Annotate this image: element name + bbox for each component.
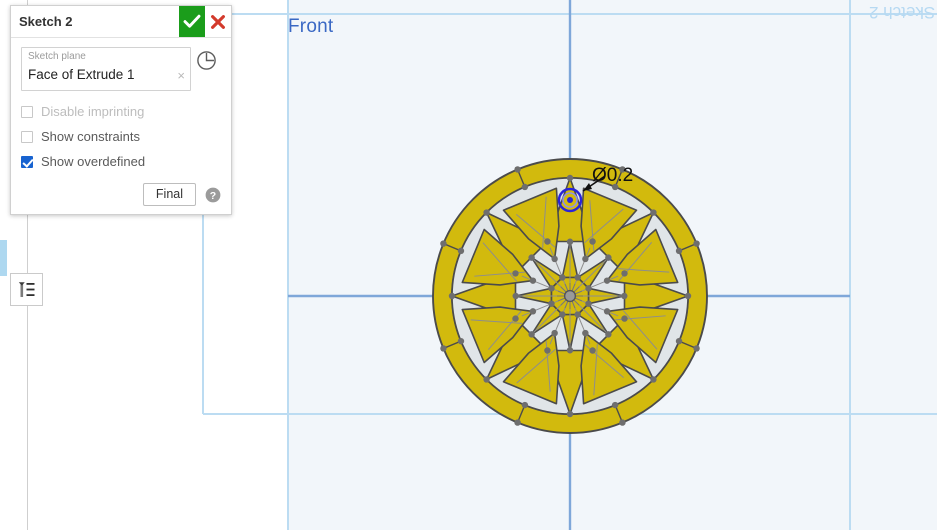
checkbox-show-constraints[interactable] bbox=[21, 130, 33, 143]
dialog-title: Sketch 2 bbox=[19, 14, 73, 29]
option-label: Disable imprinting bbox=[41, 104, 145, 119]
feature-tree-toggle-button[interactable] bbox=[10, 273, 43, 306]
diameter-dimension-label[interactable]: Ø0.2 bbox=[592, 165, 633, 187]
view-orientation-label: Front bbox=[288, 16, 334, 37]
sketch-origin-point[interactable] bbox=[557, 283, 583, 309]
dialog-header: Sketch 2 bbox=[11, 6, 231, 38]
option-label: Show constraints bbox=[41, 129, 140, 144]
option-show-overdefined[interactable]: Show overdefined bbox=[21, 154, 221, 169]
option-disable-imprinting[interactable]: Disable imprinting bbox=[21, 104, 221, 119]
help-button[interactable]: ? bbox=[205, 187, 221, 203]
cancel-button[interactable] bbox=[205, 6, 231, 37]
check-icon bbox=[183, 14, 201, 28]
option-label: Show overdefined bbox=[41, 154, 146, 169]
clock-icon bbox=[196, 51, 216, 70]
sketch-name-watermark: Sketch 2 bbox=[868, 3, 935, 22]
accept-button[interactable] bbox=[179, 6, 205, 37]
dialog-body: Sketch plane Face of Extrude 1 × Disable… bbox=[11, 38, 231, 214]
history-button[interactable] bbox=[191, 47, 221, 71]
sketch-plane-field[interactable]: Sketch plane Face of Extrude 1 × bbox=[21, 47, 191, 91]
svg-text:?: ? bbox=[210, 189, 216, 201]
feature-list-icon bbox=[18, 282, 35, 297]
option-show-constraints[interactable]: Show constraints bbox=[21, 129, 221, 144]
dialog-footer: Final ? bbox=[21, 183, 221, 206]
close-icon bbox=[211, 14, 225, 29]
selected-sketch-point[interactable] bbox=[557, 187, 583, 213]
help-icon: ? bbox=[205, 187, 221, 202]
sketch-plane-label: Sketch plane bbox=[28, 51, 86, 62]
checkbox-show-overdefined[interactable] bbox=[21, 155, 33, 168]
panel-divider-mid bbox=[27, 213, 28, 275]
clear-selection-icon[interactable]: × bbox=[177, 69, 185, 82]
final-button[interactable]: Final bbox=[142, 183, 196, 206]
sketch-plane-row: Sketch plane Face of Extrude 1 × bbox=[21, 47, 221, 91]
checkbox-disable-imprinting[interactable] bbox=[21, 105, 33, 118]
active-tab-indicator[interactable] bbox=[0, 240, 7, 276]
sketch-plane-value: Face of Extrude 1 bbox=[28, 67, 135, 82]
sketch-dialog[interactable]: Sketch 2 Sketch plane Face of Extrude 1 … bbox=[10, 5, 232, 215]
panel-divider-bottom bbox=[27, 306, 28, 530]
